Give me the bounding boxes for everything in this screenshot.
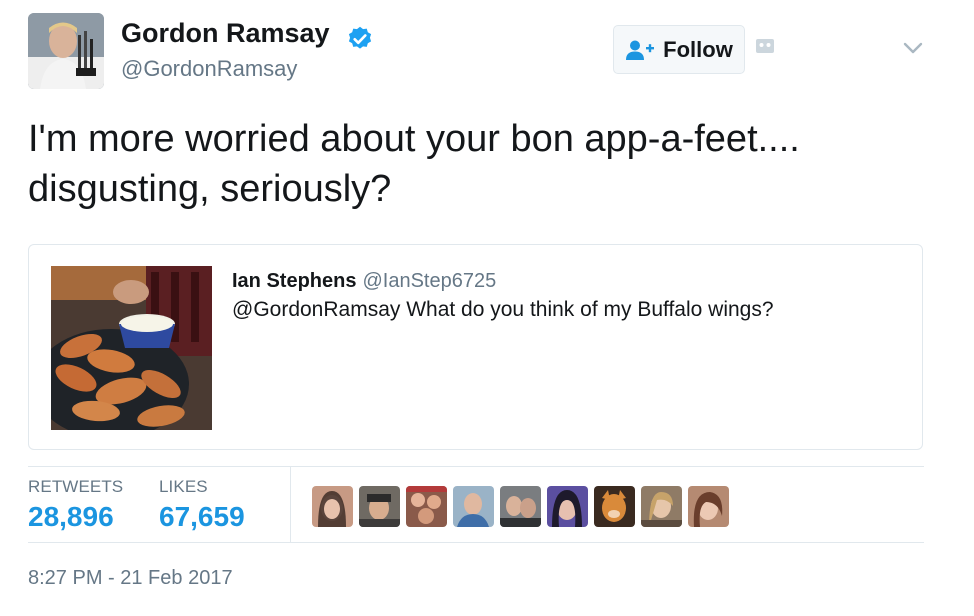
notice-icon <box>756 39 774 53</box>
quoted-tweet-card[interactable]: Ian Stephens @IanStep6725 @GordonRamsay W… <box>28 244 923 450</box>
liker-avatar[interactable] <box>547 486 588 527</box>
stats-divider-bottom <box>28 542 924 543</box>
chevron-down-icon[interactable] <box>901 40 925 56</box>
quoted-author-handle: @IanStep6725 <box>362 270 497 292</box>
likers-avatars <box>312 486 729 527</box>
quoted-tweet-text: @GordonRamsay What do you think of my Bu… <box>232 298 774 321</box>
stats-separator <box>290 467 291 542</box>
quoted-author-name: Ian Stephens <box>232 270 357 292</box>
likes-label: LIKES <box>159 477 208 496</box>
verified-badge-icon <box>348 26 372 49</box>
quoted-tweet-author[interactable]: Ian Stephens @IanStep6725 <box>232 270 496 293</box>
stats-divider-top <box>28 466 924 467</box>
liker-avatar[interactable] <box>359 486 400 527</box>
follow-button-label: Follow <box>663 36 733 62</box>
retweets-label: RETWEETS <box>28 477 124 496</box>
quoted-tweet-image <box>51 266 212 430</box>
liker-avatar[interactable] <box>453 486 494 527</box>
retweets-count: 28,896 <box>28 501 114 532</box>
tweet-timestamp[interactable]: 8:27 PM - 21 Feb 2017 <box>28 567 233 590</box>
likes-count: 67,659 <box>159 501 245 532</box>
author-display-name[interactable]: Gordon Ramsay <box>121 18 330 49</box>
liker-avatar[interactable] <box>594 486 635 527</box>
liker-avatar[interactable] <box>688 486 729 527</box>
author-avatar[interactable] <box>28 13 104 89</box>
author-handle[interactable]: @GordonRamsay <box>121 56 297 82</box>
follow-button[interactable]: Follow <box>613 25 745 74</box>
follow-user-plus-icon <box>626 40 655 60</box>
liker-avatar[interactable] <box>406 486 447 527</box>
retweets-stat[interactable]: RETWEETS 28,896 <box>28 477 123 533</box>
likes-stat[interactable]: LIKES 67,659 <box>159 477 245 533</box>
liker-avatar[interactable] <box>641 486 682 527</box>
liker-avatar[interactable] <box>500 486 541 527</box>
tweet-text: I'm more worried about your bon app-a-fe… <box>28 118 800 210</box>
liker-avatar[interactable] <box>312 486 353 527</box>
